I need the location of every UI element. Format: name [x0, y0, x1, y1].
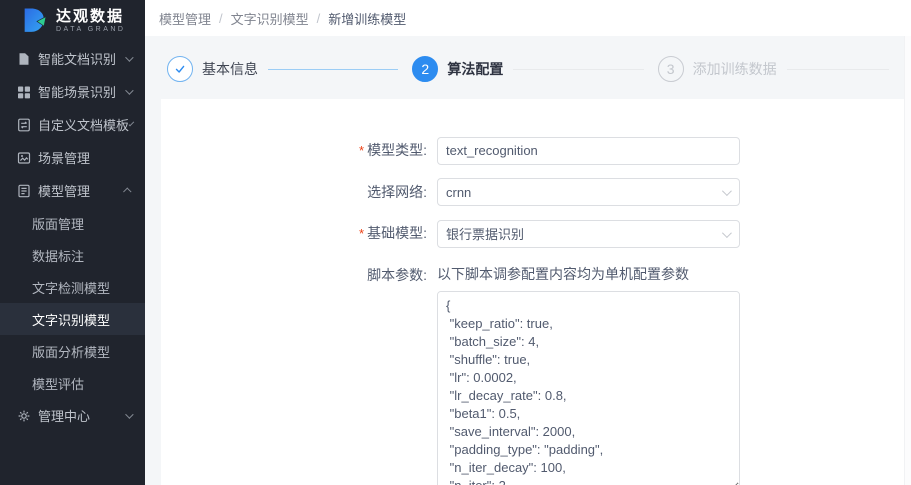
model-type-input[interactable]	[437, 137, 740, 165]
sidebar-item-label: 自定义文档模板	[38, 115, 129, 134]
brand-logo-icon	[18, 6, 48, 36]
step-algorithm-config: 2 算法配置	[412, 56, 657, 82]
document-icon	[17, 52, 31, 66]
gear-icon	[17, 409, 31, 423]
scrollbar[interactable]	[904, 36, 911, 485]
breadcrumb-separator: /	[317, 11, 321, 26]
form-row-model-type: *模型类型:	[161, 136, 904, 165]
brand-logo[interactable]: 达观数据 DATA GRAND	[0, 0, 145, 42]
brand-text: 达观数据 DATA GRAND	[56, 8, 125, 34]
sidebar-item-label: 模型管理	[38, 181, 90, 200]
base-model-select[interactable]: 银行票据识别	[437, 220, 740, 248]
sidebar-item-label: 智能场景识别	[38, 82, 116, 101]
brand-subtitle: DATA GRAND	[56, 25, 125, 34]
sidebar-subitem-label: 文字识别模型	[32, 310, 110, 329]
sidebar-item-label: 智能文档识别	[38, 49, 116, 68]
step-connector	[268, 69, 398, 70]
sidebar-subitem-text-recognition-model[interactable]: 文字识别模型	[0, 303, 145, 335]
sidebar-item-model-management[interactable]: 模型管理	[0, 174, 145, 207]
sidebar-item-label: 场景管理	[38, 148, 90, 167]
script-params-textarea[interactable]: { "keep_ratio": true, "batch_size": 4, "…	[437, 291, 740, 485]
chevron-down-icon	[125, 410, 133, 418]
brand-name: 达观数据	[56, 8, 125, 25]
step-number: 2	[412, 56, 438, 82]
breadcrumb-item-new-training-model: 新增训练模型	[328, 9, 406, 28]
required-mark: *	[359, 143, 364, 158]
sidebar-subitem-layout-analysis-model[interactable]: 版面分析模型	[0, 335, 145, 367]
model-icon	[17, 184, 31, 198]
sidebar-subitem-label: 数据标注	[32, 246, 84, 265]
step-connector	[787, 69, 889, 70]
sidebar-subitem-data-annotation[interactable]: 数据标注	[0, 239, 145, 271]
sidebar-item-custom-doc-template[interactable]: 自定义文档模板	[0, 108, 145, 141]
scene-icon	[17, 151, 31, 165]
base-model-select-value: 银行票据识别	[446, 224, 524, 243]
step-connector	[513, 69, 643, 70]
grid-icon	[17, 85, 31, 99]
sidebar-item-smart-doc-recognition[interactable]: 智能文档识别	[0, 42, 145, 75]
sidebar-item-smart-scene-recognition[interactable]: 智能场景识别	[0, 75, 145, 108]
chevron-down-icon	[722, 228, 732, 238]
sidebar-subitem-label: 文字检测模型	[32, 278, 110, 297]
app-root: { "brand": { "name": "达观数据", "subtitle":…	[0, 0, 911, 485]
breadcrumb-item-text-recognition-model[interactable]: 文字识别模型	[231, 9, 309, 28]
main-area: 模型管理 / 文字识别模型 / 新增训练模型 基本信息 2 算法配置 3 添加训…	[145, 0, 911, 485]
breadcrumb-item-model-management[interactable]: 模型管理	[159, 9, 211, 28]
sidebar-item-scene-management[interactable]: 场景管理	[0, 141, 145, 174]
required-mark: *	[359, 226, 364, 241]
sidebar-subitem-label: 版面管理	[32, 214, 84, 233]
sidebar-subitem-label: 模型评估	[32, 374, 84, 393]
check-icon	[173, 62, 187, 76]
step-title: 基本信息	[202, 59, 258, 79]
chevron-up-icon	[123, 187, 131, 195]
script-params-hint: 以下脚本调参配置内容均为单机配置参数	[437, 264, 740, 284]
sidebar-subitem-model-evaluation[interactable]: 模型评估	[0, 367, 145, 399]
network-select[interactable]: crnn	[437, 178, 740, 206]
form-row-script-params: 脚本参数: 以下脚本调参配置内容均为单机配置参数 { "keep_ratio":…	[161, 261, 904, 485]
script-params-column: 以下脚本调参配置内容均为单机配置参数 { "keep_ratio": true,…	[437, 261, 740, 485]
script-params-label: 脚本参数:	[161, 261, 437, 289]
step-finished-circle	[167, 56, 193, 82]
sidebar-menu: 智能文档识别 智能场景识别 自定义文档模板 场景管理 模型管理 版面管理 数据标…	[0, 42, 145, 432]
sidebar-item-label: 管理中心	[38, 406, 90, 425]
network-label: 选择网络:	[161, 178, 437, 206]
form-card: *模型类型: 选择网络: crnn *基础模型: 银行票据识别	[161, 99, 904, 485]
step-number: 3	[658, 56, 684, 82]
form-row-base-model: *基础模型: 银行票据识别	[161, 219, 904, 248]
network-select-value: crnn	[446, 185, 471, 200]
step-add-training-data: 3 添加训练数据	[658, 56, 903, 82]
sidebar-subitem-layout-management[interactable]: 版面管理	[0, 207, 145, 239]
step-basic-info: 基本信息	[167, 56, 412, 82]
breadcrumb: 模型管理 / 文字识别模型 / 新增训练模型	[145, 0, 911, 36]
steps: 基本信息 2 算法配置 3 添加训练数据	[145, 36, 911, 99]
chevron-down-icon	[125, 86, 133, 94]
chevron-down-icon	[722, 186, 732, 196]
step-title: 算法配置	[447, 59, 503, 79]
template-icon	[17, 118, 31, 132]
sidebar-subitem-text-detection-model[interactable]: 文字检测模型	[0, 271, 145, 303]
chevron-down-icon	[129, 120, 135, 126]
sidebar-subitem-label: 版面分析模型	[32, 342, 110, 361]
model-type-label: *模型类型:	[161, 136, 437, 165]
base-model-label: *基础模型:	[161, 219, 437, 248]
sidebar: 达观数据 DATA GRAND 智能文档识别 智能场景识别 自定义文档模板 场景…	[0, 0, 145, 485]
sidebar-item-admin-center[interactable]: 管理中心	[0, 399, 145, 432]
form-row-network: 选择网络: crnn	[161, 178, 904, 206]
breadcrumb-separator: /	[219, 11, 223, 26]
step-title: 添加训练数据	[693, 59, 777, 79]
chevron-down-icon	[125, 53, 133, 61]
